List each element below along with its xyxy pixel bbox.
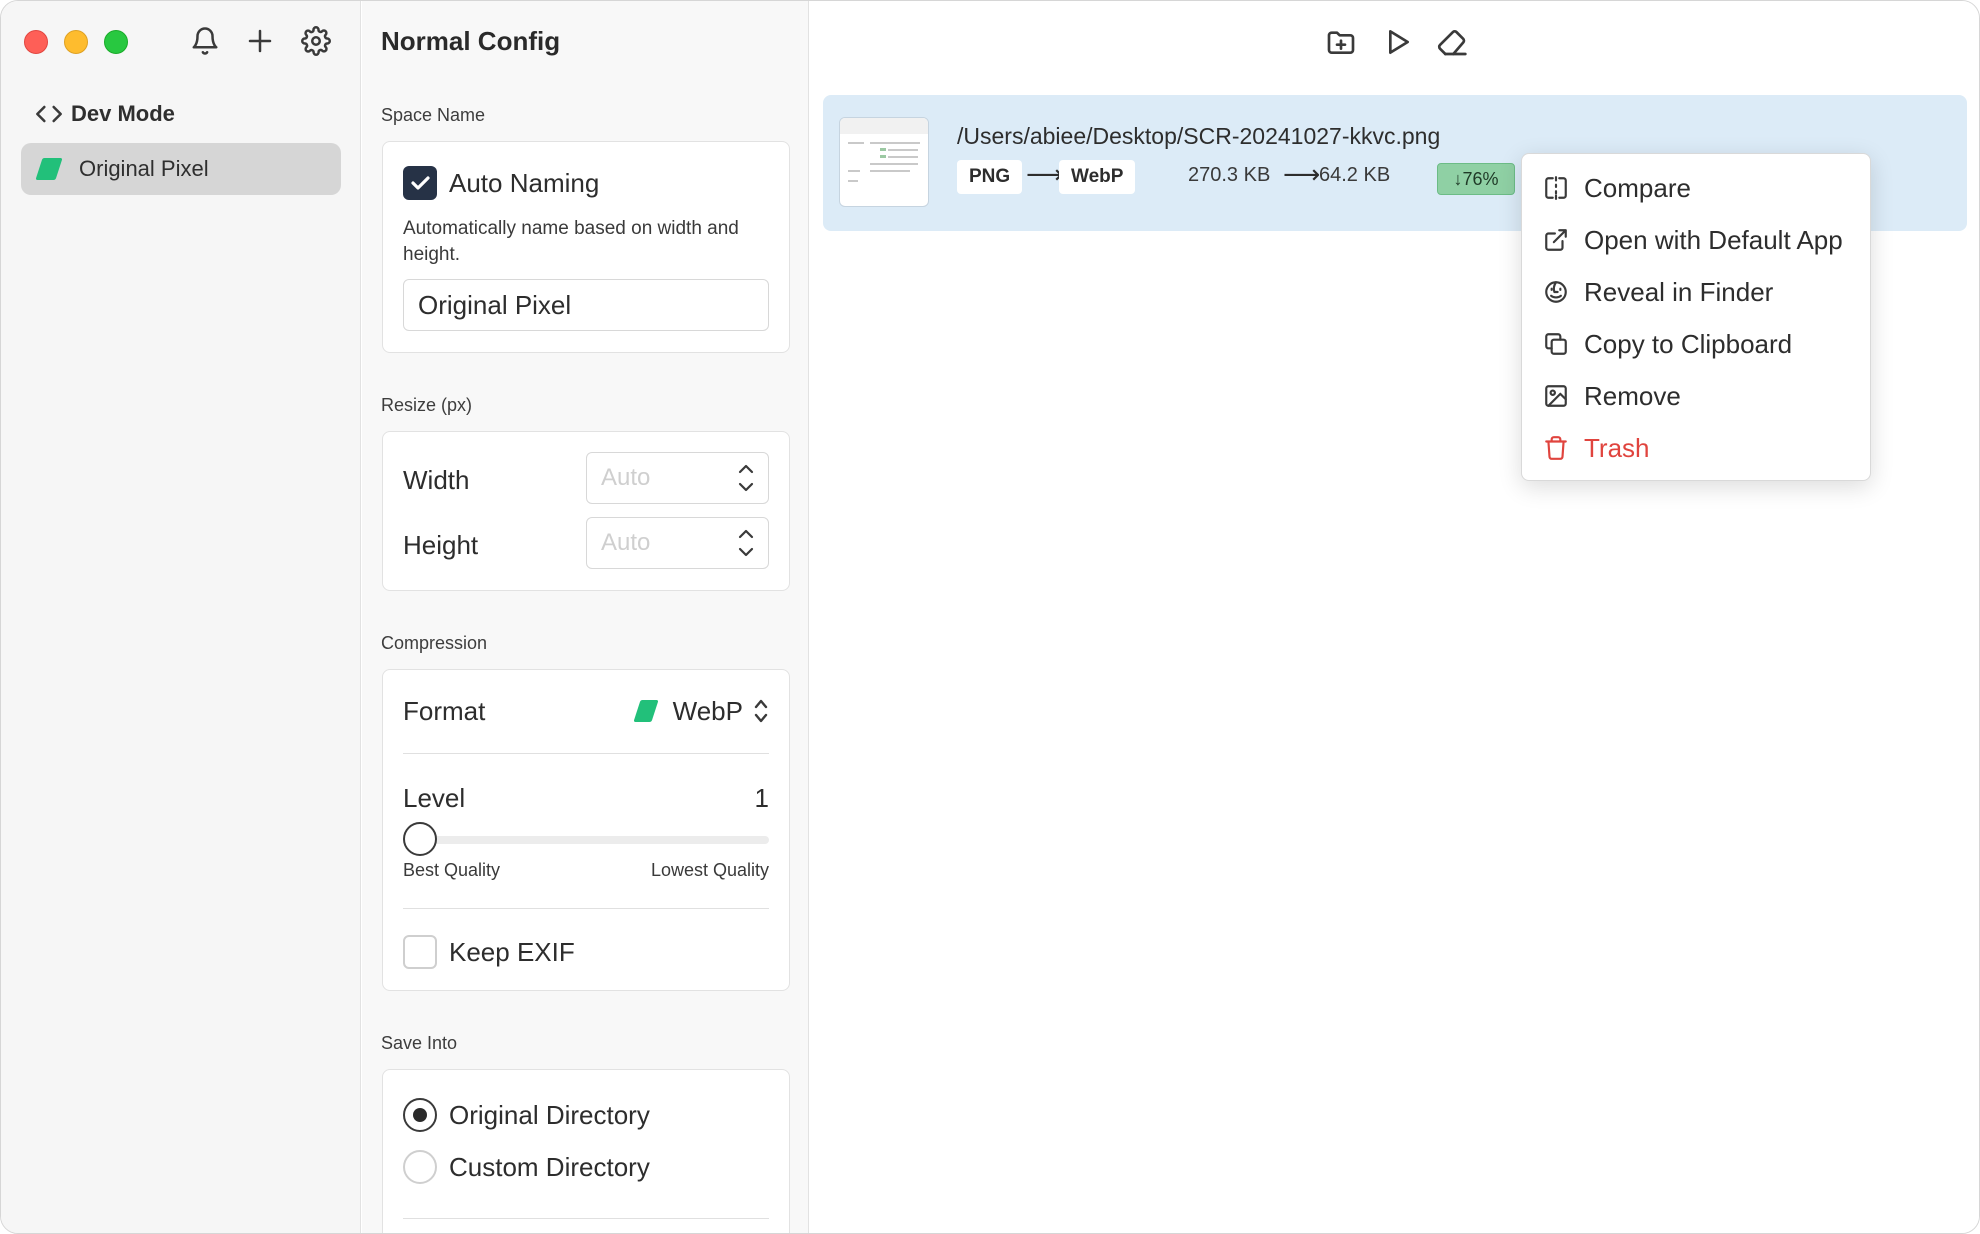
original-size: 270.3 KB bbox=[1188, 164, 1271, 186]
save-into-section-label: Save Into bbox=[381, 1033, 458, 1053]
zoom-window-button[interactable] bbox=[104, 30, 128, 54]
format-select[interactable]: WebP bbox=[633, 690, 769, 732]
finder-icon bbox=[1542, 278, 1570, 306]
compression-section-label: Compression bbox=[381, 633, 488, 653]
width-stepper[interactable] bbox=[730, 453, 762, 503]
space-name-value: Original Pixel bbox=[418, 289, 572, 320]
auto-naming-checkbox[interactable] bbox=[403, 166, 437, 200]
space-name-input[interactable]: Original Pixel bbox=[403, 279, 769, 331]
context-menu: Compare Open with Default App Reveal in … bbox=[1521, 153, 1871, 481]
original-directory-label[interactable]: Original Directory bbox=[449, 1100, 650, 1131]
file-path: /Users/abiee/Desktop/SCR-20241027-kkvc.p… bbox=[957, 123, 1441, 149]
keep-exif-checkbox[interactable] bbox=[403, 935, 437, 969]
width-placeholder: Auto bbox=[601, 464, 651, 491]
sidebar-item-label: Original Pixel bbox=[79, 156, 209, 181]
to-format-tag: WebP bbox=[1059, 160, 1136, 194]
plus-icon[interactable] bbox=[242, 23, 278, 59]
width-label: Width bbox=[403, 465, 470, 495]
auto-naming-description: Automatically name based on width and he… bbox=[403, 218, 739, 265]
format-label: Format bbox=[403, 696, 486, 726]
sidebar: Dev Mode Original Pixel bbox=[1, 1, 361, 1233]
chevron-down-icon[interactable] bbox=[737, 480, 755, 494]
radio-selected-dot bbox=[413, 1108, 427, 1122]
code-icon bbox=[35, 100, 71, 128]
resize-card: Width Auto Height Auto bbox=[382, 431, 790, 591]
chevron-up-down-icon bbox=[754, 699, 768, 723]
app-window: Dev Mode Original Pixel Normal Config Sp… bbox=[0, 0, 1980, 1234]
copy-icon bbox=[1542, 330, 1570, 358]
bell-icon[interactable] bbox=[187, 23, 223, 59]
level-slider-track[interactable] bbox=[403, 836, 769, 844]
play-icon[interactable] bbox=[1376, 21, 1418, 63]
config-panel: Normal Config Space Name Auto Naming Aut… bbox=[362, 1, 809, 1233]
gear-icon[interactable] bbox=[298, 23, 334, 59]
chevron-up-icon[interactable] bbox=[737, 462, 755, 476]
auto-naming-label: Auto Naming bbox=[449, 168, 600, 198]
level-label: Level bbox=[403, 783, 466, 813]
height-stepper[interactable] bbox=[730, 518, 762, 568]
space-name-section-label: Space Name bbox=[381, 105, 486, 125]
chevron-down-icon[interactable] bbox=[737, 545, 755, 559]
green-mark-icon bbox=[35, 158, 63, 180]
folder-plus-icon[interactable] bbox=[1320, 21, 1362, 63]
divider bbox=[403, 908, 769, 909]
height-placeholder: Auto bbox=[601, 529, 651, 556]
menu-item-label: Copy to Clipboard bbox=[1584, 328, 1793, 359]
minimize-window-button[interactable] bbox=[64, 30, 88, 54]
menu-item-label: Remove bbox=[1584, 380, 1681, 411]
custom-directory-label[interactable]: Custom Directory bbox=[449, 1152, 650, 1183]
format-arrow: ⟶ bbox=[1026, 159, 1064, 189]
menu-item-open-default-app[interactable]: Open with Default App bbox=[1522, 217, 1870, 263]
sidebar-item-original-pixel[interactable]: Original Pixel bbox=[21, 143, 341, 195]
level-slider-thumb[interactable] bbox=[403, 822, 437, 856]
reduction-badge: ↓76% bbox=[1437, 163, 1515, 195]
lowest-quality-label: Lowest Quality bbox=[650, 860, 769, 880]
menu-item-label: Open with Default App bbox=[1584, 224, 1843, 255]
height-input[interactable]: Auto bbox=[586, 517, 769, 569]
menu-item-label: Trash bbox=[1584, 432, 1650, 463]
compare-icon bbox=[1542, 174, 1570, 202]
custom-directory-radio[interactable] bbox=[403, 1150, 437, 1184]
menu-item-remove[interactable]: Remove bbox=[1522, 373, 1870, 419]
best-quality-label: Best Quality bbox=[403, 860, 501, 880]
menu-item-label: Reveal in Finder bbox=[1584, 276, 1774, 307]
new-size: 64.2 KB bbox=[1319, 164, 1391, 186]
resize-section-label: Resize (px) bbox=[381, 395, 473, 415]
divider bbox=[403, 1218, 769, 1219]
external-link-icon bbox=[1542, 226, 1570, 254]
menu-item-label: Compare bbox=[1584, 172, 1691, 203]
height-label: Height bbox=[403, 530, 479, 560]
chevron-up-icon[interactable] bbox=[737, 527, 755, 541]
check-icon bbox=[411, 176, 430, 190]
eraser-icon[interactable] bbox=[1431, 21, 1473, 63]
sidebar-item-label: Dev Mode bbox=[71, 101, 175, 126]
menu-item-trash[interactable]: Trash bbox=[1522, 425, 1870, 471]
size-arrow: ⟶ bbox=[1283, 159, 1321, 189]
webp-format-icon bbox=[633, 700, 659, 722]
page-title: Normal Config bbox=[381, 26, 561, 56]
file-thumbnail bbox=[839, 117, 929, 207]
close-window-button[interactable] bbox=[24, 30, 48, 54]
menu-item-compare[interactable]: Compare bbox=[1522, 165, 1870, 211]
level-value: 1 bbox=[754, 783, 769, 813]
sidebar-item-dev-mode[interactable]: Dev Mode bbox=[21, 88, 341, 140]
space-name-card: Auto Naming Automatically name based on … bbox=[382, 141, 790, 353]
menu-item-copy-to-clipboard[interactable]: Copy to Clipboard bbox=[1522, 321, 1870, 367]
divider bbox=[403, 753, 769, 754]
from-format-tag: PNG bbox=[957, 160, 1023, 194]
save-into-card: Original Directory Custom Directory bbox=[382, 1069, 790, 1233]
width-input[interactable]: Auto bbox=[586, 452, 769, 504]
trash-icon bbox=[1542, 434, 1570, 462]
keep-exif-label: Keep EXIF bbox=[449, 937, 575, 967]
format-value: WebP bbox=[672, 695, 743, 726]
image-remove-icon bbox=[1542, 382, 1570, 410]
original-directory-radio[interactable] bbox=[403, 1098, 437, 1132]
compression-card: Format WebP Level 1 Best Quality Lowest … bbox=[382, 669, 790, 991]
menu-item-reveal-in-finder[interactable]: Reveal in Finder bbox=[1522, 269, 1870, 315]
